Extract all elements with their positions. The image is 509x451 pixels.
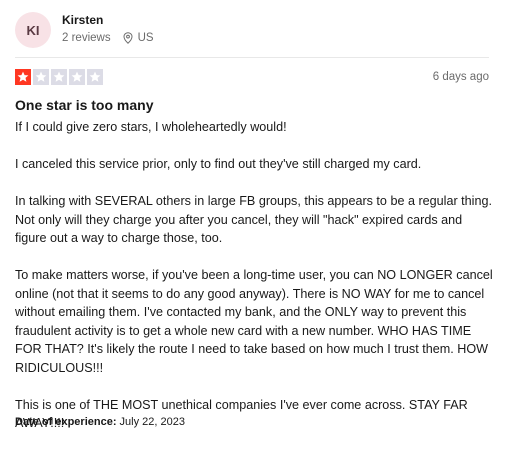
reviewer-country: US [137,32,154,44]
reviewer-location: US [123,31,154,45]
header-divider [15,57,489,58]
star-icon [15,69,31,85]
review-title[interactable]: One star is too many [15,96,153,114]
review-body: If I could give zero stars, I wholeheart… [15,118,495,451]
review-paragraph: I canceled this service prior, only to f… [15,157,422,171]
reviewer-name[interactable]: Kirsten [62,13,154,28]
star-icon [69,69,85,85]
experience-label: Date of experience: [15,416,117,428]
experience-date: July 22, 2023 [119,416,185,428]
review-card: KI Kirsten 2 reviews US 6 days ago One s… [0,0,509,439]
review-paragraph: In talking with SEVERAL others in large … [15,194,492,245]
star-icon [51,69,67,85]
review-paragraph: If I could give zero stars, I wholeheart… [15,120,287,134]
review-paragraph: To make matters worse, if you've been a … [15,268,493,375]
review-count: 2 reviews [62,32,111,44]
reviewer-meta: 2 reviews US [62,31,154,45]
star-icon [87,69,103,85]
star-icon [33,69,49,85]
reviewer-info: Kirsten 2 reviews US [62,13,154,45]
date-of-experience: Date of experience: July 22, 2023 [15,416,185,428]
review-date: 6 days ago [432,71,489,83]
location-pin-icon [123,32,133,44]
avatar-initials: KI [26,22,40,38]
reviewer-header: KI Kirsten 2 reviews US [15,10,154,48]
avatar[interactable]: KI [15,12,51,48]
rating-row: 6 days ago [15,69,489,85]
star-rating [15,69,105,85]
